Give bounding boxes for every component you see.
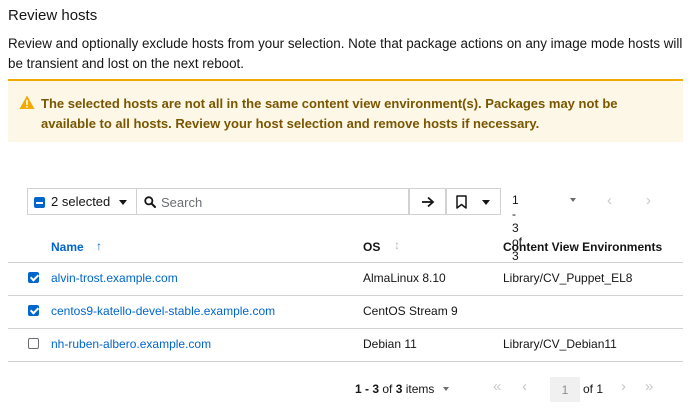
row-checkbox[interactable] — [28, 272, 39, 283]
search-box — [136, 188, 409, 215]
pagination-items-label: items — [405, 382, 435, 396]
next-page-icon[interactable]: › — [621, 378, 626, 395]
host-cve: Library/CV_Debian11 — [503, 337, 617, 351]
pagination-range: 1 - 3 — [355, 382, 380, 396]
host-name-link[interactable]: centos9-katello-devel-stable.example.com — [51, 304, 275, 318]
host-name-link[interactable]: nh-ruben-albero.example.com — [51, 337, 211, 351]
row-divider — [8, 361, 683, 362]
column-header-os[interactable]: OS — [363, 240, 380, 254]
caret-down-icon — [482, 200, 490, 205]
sort-icon[interactable]: ↕ — [394, 238, 400, 252]
host-os: AlmaLinux 8.10 — [363, 271, 446, 285]
search-input[interactable] — [161, 193, 401, 211]
page-title: Review hosts — [8, 7, 98, 24]
caret-down-icon — [570, 198, 576, 202]
caret-down-icon — [443, 387, 449, 391]
pagination-of: of — [382, 382, 393, 396]
table-row: centos9-katello-devel-stable.example.com… — [8, 296, 683, 329]
warning-alert: The selected hosts are not all in the sa… — [8, 79, 683, 142]
host-name-link[interactable]: alvin-trost.example.com — [51, 271, 178, 285]
table-row: alvin-trost.example.com AlmaLinux 8.10 L… — [8, 263, 683, 296]
alert-text: The selected hosts are not all in the sa… — [41, 96, 618, 131]
row-checkbox[interactable] — [28, 338, 39, 349]
page-count: of 1 — [583, 382, 604, 396]
warning-triangle-icon — [19, 95, 35, 109]
sort-ascending-icon[interactable]: ↑ — [96, 239, 102, 253]
previous-page-icon[interactable]: ‹ — [522, 378, 527, 395]
bottom-pagination-toggle[interactable]: 1 - 3 of 3 items — [355, 382, 434, 396]
host-os: CentOS Stream 9 — [363, 304, 458, 318]
host-cve: Library/CV_Puppet_EL8 — [503, 271, 633, 285]
arrow-right-icon — [422, 196, 435, 208]
first-page-icon[interactable]: « — [493, 378, 501, 395]
column-header-name[interactable]: Name — [51, 240, 84, 254]
row-checkbox[interactable] — [28, 305, 39, 316]
bulk-select-checkbox[interactable] — [34, 197, 45, 208]
bookmark-dropdown[interactable] — [446, 188, 501, 215]
host-os: Debian 11 — [363, 337, 417, 351]
current-page-value: 1 — [561, 383, 569, 397]
bulk-select-label: 2 selected — [51, 194, 111, 209]
caret-down-icon — [119, 200, 127, 205]
bookmark-icon — [456, 195, 467, 209]
column-header-cve: Content View Environments — [503, 240, 663, 254]
page-description: Review and optionally exclude hosts from… — [8, 36, 683, 71]
table-row: nh-ruben-albero.example.com Debian 11 Li… — [8, 329, 683, 362]
search-icon — [144, 196, 156, 208]
pagination-total: 3 — [395, 382, 403, 396]
last-page-icon[interactable]: » — [645, 378, 653, 395]
previous-page-icon[interactable]: ‹ — [607, 192, 612, 209]
bulk-select-dropdown[interactable]: 2 selected — [27, 188, 136, 215]
search-submit-button[interactable] — [409, 188, 446, 215]
next-page-icon[interactable]: › — [646, 192, 651, 209]
current-page-input[interactable]: 1 — [550, 377, 580, 402]
